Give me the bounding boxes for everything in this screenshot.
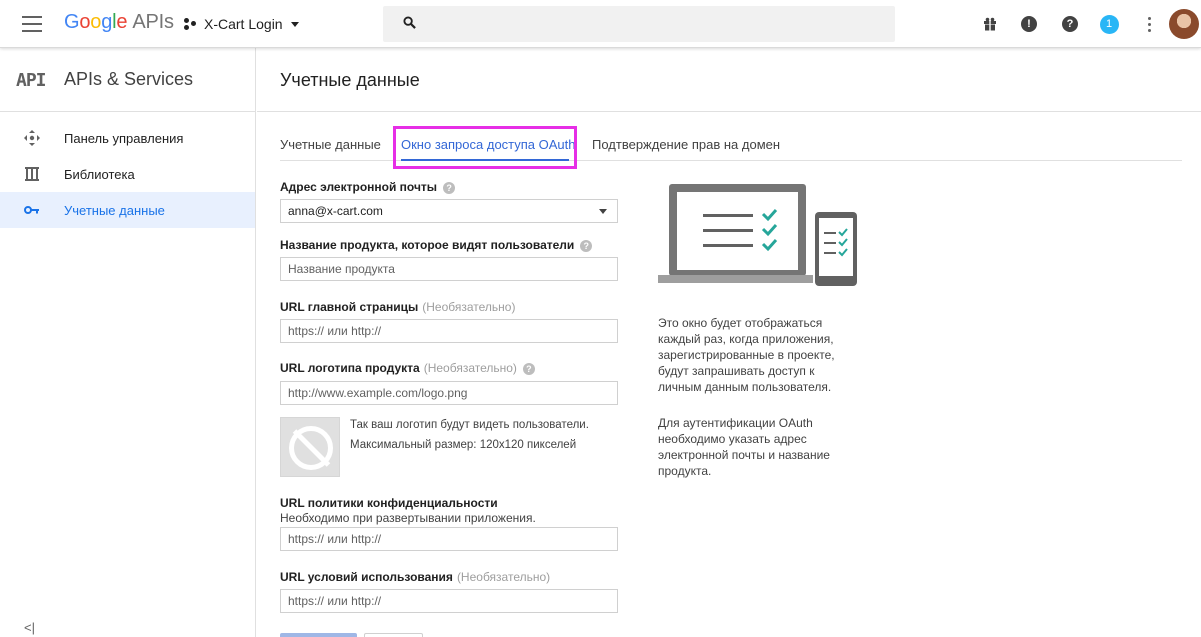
chevron-down-icon xyxy=(599,209,607,214)
help-icon[interactable]: ? xyxy=(522,362,535,375)
main-content: Учетные данные Учетные данные Окно запро… xyxy=(257,48,1201,637)
tab-bar: Учетные данные Окно запроса доступа OAut… xyxy=(280,128,1182,161)
sidebar-item-credentials[interactable]: Учетные данные xyxy=(0,192,255,228)
menu-icon[interactable] xyxy=(22,16,42,32)
tab-credentials[interactable]: Учетные данные xyxy=(280,137,381,152)
terms-url-label: URL условий использования (Необязательно) xyxy=(280,570,551,584)
oauth-requirement-text: Для аутентификации OAuth необходимо указ… xyxy=(658,416,830,478)
notifications-icon[interactable]: 1 xyxy=(1099,14,1119,34)
collapse-sidebar-icon[interactable]: <| xyxy=(24,620,35,635)
key-icon xyxy=(22,200,42,220)
dashboard-icon xyxy=(22,128,42,148)
email-label: Адрес электронной почты? xyxy=(280,180,456,194)
product-name-field[interactable]: Название продукта xyxy=(280,257,618,281)
project-selector[interactable]: X-Cart Login xyxy=(184,14,299,34)
cancel-button[interactable] xyxy=(364,633,423,637)
product-name-label: Название продукта, которое видят пользов… xyxy=(280,238,593,252)
search-icon xyxy=(403,16,416,29)
library-icon xyxy=(22,164,42,184)
email-select[interactable]: anna@x-cart.com xyxy=(280,199,618,223)
sidebar-item-label: Учетные данные xyxy=(64,202,165,218)
page-title: Учетные данные xyxy=(280,70,420,90)
sidebar-header: API APIs & Services xyxy=(0,48,255,112)
avatar[interactable] xyxy=(1169,9,1199,39)
search-input[interactable] xyxy=(383,6,895,42)
save-button[interactable] xyxy=(280,633,357,637)
logo-preview xyxy=(280,417,340,477)
help-icon[interactable]: ? xyxy=(580,239,593,252)
privacy-url-label: URL политики конфиденциальности xyxy=(280,496,498,510)
tab-oauth-consent[interactable]: Окно запроса доступа OAuth xyxy=(401,137,576,152)
top-app-bar: Google APIs X-Cart Login ! ? 1 xyxy=(0,0,1201,48)
sidebar-item-library[interactable]: Библиотека xyxy=(0,156,255,192)
privacy-url-field[interactable]: https:// или http:// xyxy=(280,527,618,551)
gift-icon[interactable] xyxy=(980,14,1000,34)
feedback-icon[interactable]: ! xyxy=(1019,14,1039,34)
sidebar-title: APIs & Services xyxy=(64,69,194,89)
privacy-url-note: Необходимо при развертывании приложения. xyxy=(280,511,536,525)
more-options-icon[interactable] xyxy=(1139,14,1159,34)
sidebar-item-label: Панель управления xyxy=(64,130,184,146)
terms-url-field[interactable]: https:// или http:// xyxy=(280,589,618,613)
help-icon[interactable]: ? xyxy=(443,181,456,194)
consent-screen-illustration xyxy=(658,184,857,286)
logo-url-field[interactable]: http://www.example.com/logo.png xyxy=(280,381,618,405)
active-tab-indicator xyxy=(401,159,569,161)
project-icon xyxy=(184,17,198,31)
chevron-down-icon xyxy=(290,21,299,27)
homepage-url-field[interactable]: https:// или http:// xyxy=(280,319,618,343)
help-icon[interactable]: ? xyxy=(1060,14,1080,34)
divider xyxy=(257,111,1201,112)
logo-url-label: URL логотипа продукта (Необязательно)? xyxy=(280,361,535,375)
project-name: X-Cart Login xyxy=(204,16,283,32)
google-apis-logo[interactable]: Google APIs xyxy=(64,11,174,34)
sidebar: API APIs & Services Панель управления Би… xyxy=(0,48,256,637)
logo-hint: Так ваш логотип будут видеть пользовател… xyxy=(350,419,589,451)
api-logo: API xyxy=(16,70,46,91)
sidebar-item-label: Библиотека xyxy=(64,166,135,182)
homepage-url-label: URL главной страницы (Необязательно) xyxy=(280,300,516,314)
sidebar-item-dashboard[interactable]: Панель управления xyxy=(0,120,255,156)
consent-info-text: Это окно будет отображаться каждый раз, … xyxy=(658,316,835,394)
tab-domain-verification[interactable]: Подтверждение прав на домен xyxy=(592,137,780,152)
